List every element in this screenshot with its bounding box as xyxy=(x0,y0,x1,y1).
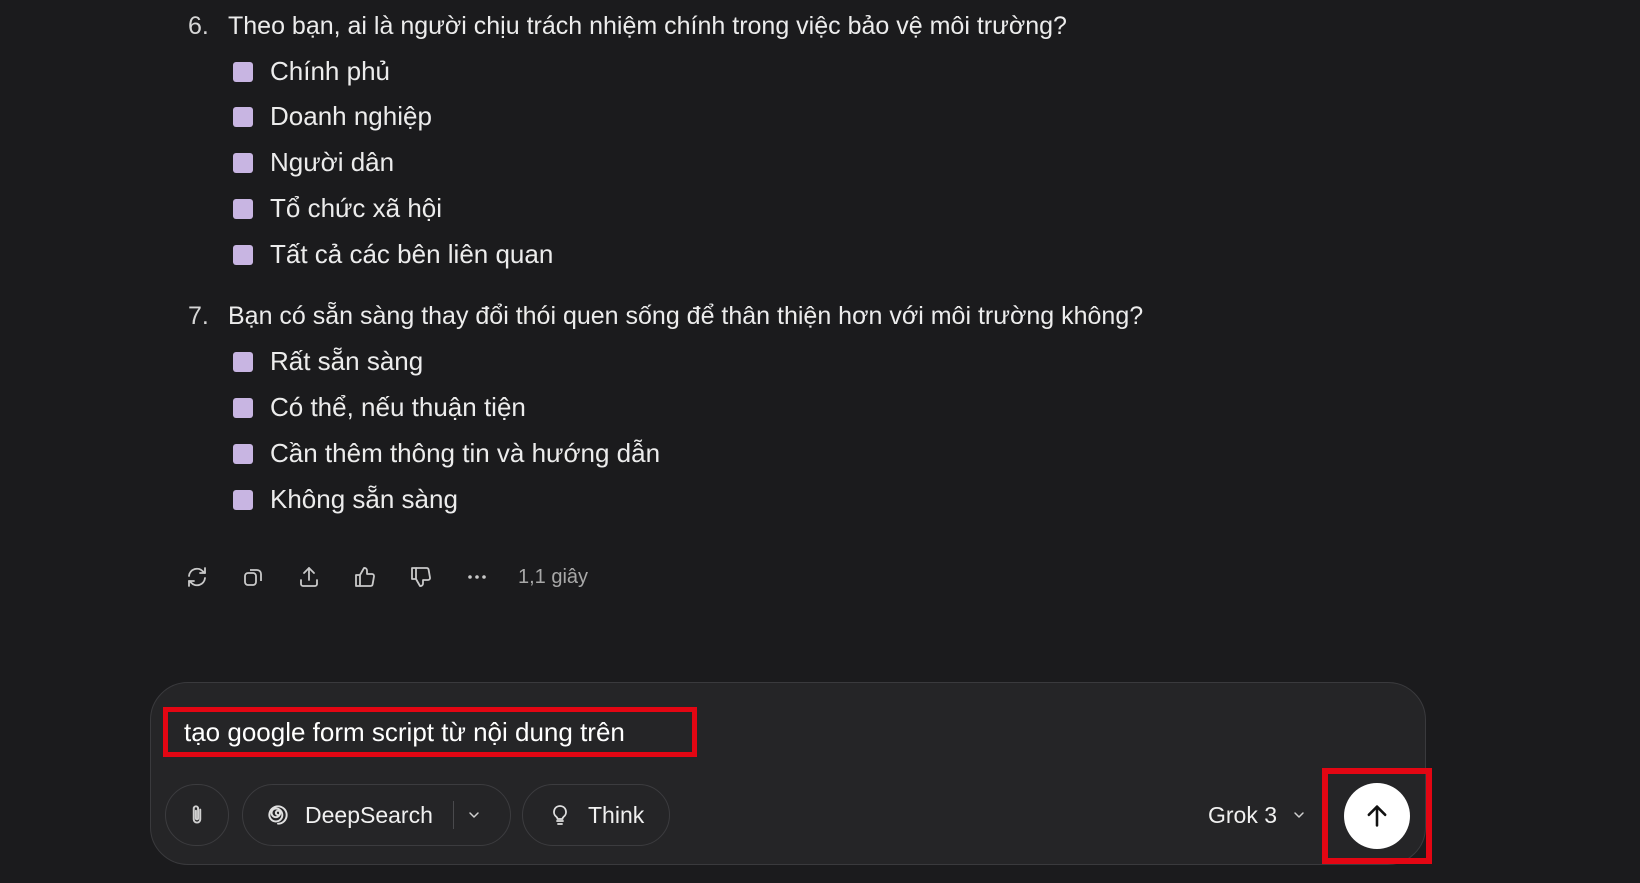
checkbox-icon xyxy=(233,443,253,464)
divider xyxy=(452,801,454,829)
option-label: Không sẵn sàng xyxy=(270,484,458,514)
chevron-down-icon xyxy=(469,812,479,818)
regenerate-button[interactable] xyxy=(180,560,214,594)
chat-page: 6. Theo bạn, ai là người chịu trách nhiệm… xyxy=(0,0,1640,883)
deepsearch-icon xyxy=(268,805,288,825)
option-label: Tất cả các bên liên quan xyxy=(270,239,554,269)
question-6: 6. Theo bạn, ai là người chịu trách nhiệm… xyxy=(188,12,1067,41)
deepsearch-button[interactable]: DeepSearch xyxy=(242,784,511,846)
option-item: Người dân xyxy=(233,147,394,178)
question-text: Bạn có sẵn sàng thay đổi thói quen sống … xyxy=(228,302,1144,330)
option-label: Có thể, nếu thuận tiện xyxy=(270,392,526,422)
model-selector[interactable]: Grok 3 xyxy=(1208,784,1307,846)
option-label: Rất sẵn sàng xyxy=(270,346,424,376)
share-icon xyxy=(300,567,318,587)
more-button[interactable] xyxy=(460,560,494,594)
option-label: Chính phủ xyxy=(270,56,390,86)
option-item: Chính phủ xyxy=(233,56,390,87)
thumbs-down-icon xyxy=(411,567,431,587)
checkbox-icon xyxy=(233,244,253,265)
checkbox-icon xyxy=(233,152,253,173)
more-icon xyxy=(468,575,486,579)
checkbox-icon xyxy=(233,106,253,127)
checkbox-icon xyxy=(233,397,253,418)
send-button[interactable] xyxy=(1344,783,1410,849)
model-label: Grok 3 xyxy=(1208,801,1278,828)
attach-button[interactable] xyxy=(165,784,229,846)
chevron-down-icon xyxy=(1294,812,1304,818)
arrow-up-icon xyxy=(1367,805,1387,827)
like-button[interactable] xyxy=(348,560,382,594)
paperclip-icon xyxy=(192,805,202,824)
option-item: Tất cả các bên liên quan xyxy=(233,239,553,270)
copy-button[interactable] xyxy=(236,560,270,594)
checkbox-icon xyxy=(233,61,253,82)
option-item: Không sẵn sàng xyxy=(233,484,458,515)
option-item: Cần thêm thông tin và hướng dẫn xyxy=(233,438,660,469)
question-text: Theo bạn, ai là người chịu trách nhiệm c… xyxy=(228,12,1067,40)
deepsearch-label: DeepSearch xyxy=(305,801,433,828)
option-label: Cần thêm thông tin và hướng dẫn xyxy=(270,438,661,468)
option-item: Doanh nghiệp xyxy=(233,101,432,132)
message-input[interactable]: tạo google form script từ nội dung trên xyxy=(163,707,697,757)
checkbox-icon xyxy=(233,351,253,372)
question-number: 7. xyxy=(188,302,209,330)
question-7: 7. Bạn có sẵn sàng thay đổi thói quen sốn… xyxy=(188,302,1143,331)
composer: tạo google form script từ nội dung trên … xyxy=(150,682,1426,865)
option-item: Tổ chức xã hội xyxy=(233,193,442,224)
option-label: Người dân xyxy=(270,147,395,177)
response-time: 1,1 giây xyxy=(518,565,589,588)
option-label: Doanh nghiệp xyxy=(270,101,432,131)
share-button[interactable] xyxy=(292,560,326,594)
question-number: 6. xyxy=(188,12,209,40)
think-label: Think xyxy=(588,801,645,828)
option-label: Tổ chức xã hội xyxy=(270,193,443,223)
regenerate-icon xyxy=(188,567,206,587)
dislike-button[interactable] xyxy=(404,560,438,594)
checkbox-icon xyxy=(233,198,253,219)
copy-icon xyxy=(244,569,262,586)
checkbox-icon xyxy=(233,489,253,510)
send-highlight xyxy=(1322,768,1432,864)
thumbs-up-icon xyxy=(355,567,375,587)
option-item: Rất sẵn sàng xyxy=(233,346,423,377)
think-button[interactable]: Think xyxy=(522,784,670,846)
deepsearch-dropdown[interactable] xyxy=(466,807,482,823)
lightbulb-icon xyxy=(553,805,567,825)
response-actions: 1,1 giây xyxy=(180,560,588,594)
option-item: Có thể, nếu thuận tiện xyxy=(233,392,526,423)
